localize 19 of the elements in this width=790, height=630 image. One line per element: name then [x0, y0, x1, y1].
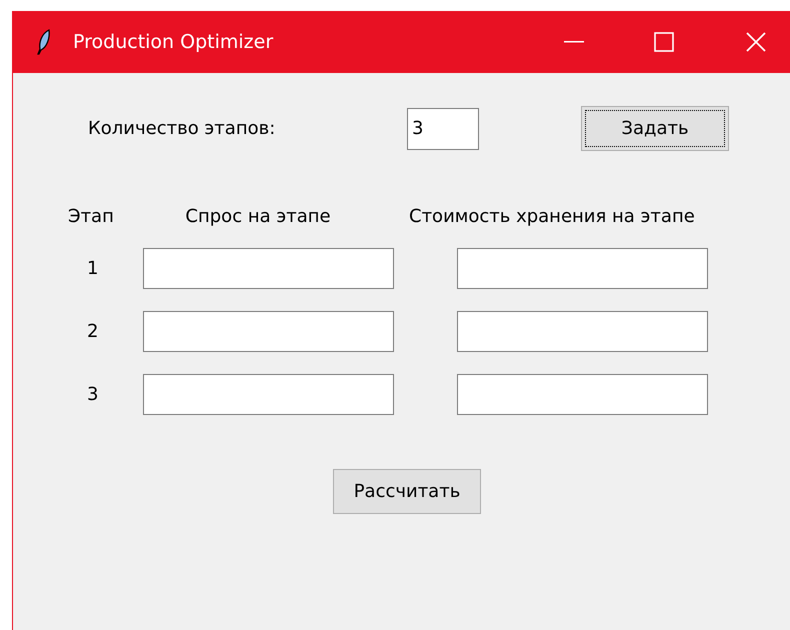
- column-header: Спрос на этапе: [184, 205, 332, 229]
- storage-cost-field[interactable]: [457, 248, 708, 289]
- maximize-icon[interactable]: [654, 32, 674, 52]
- column-header: Стоимость хранения на этапе: [409, 205, 695, 229]
- feather-icon: [37, 29, 51, 55]
- stage-number: 1: [87, 257, 100, 281]
- storage-cost-field[interactable]: [457, 374, 708, 415]
- stage-number: 3: [87, 383, 100, 407]
- demand-field[interactable]: [143, 374, 394, 415]
- minimize-icon[interactable]: [564, 41, 584, 43]
- storage-cost-field[interactable]: [457, 311, 708, 352]
- stage-count-label: Количество этапов:: [88, 117, 276, 141]
- close-icon[interactable]: [746, 32, 766, 52]
- stage-number: 2: [87, 320, 100, 344]
- window-title: Production Optimizer: [73, 30, 274, 55]
- demand-field[interactable]: [143, 311, 394, 352]
- column-header: Этап: [68, 205, 115, 229]
- stage-count-field[interactable]: 3: [407, 108, 479, 150]
- demand-field[interactable]: [143, 248, 394, 289]
